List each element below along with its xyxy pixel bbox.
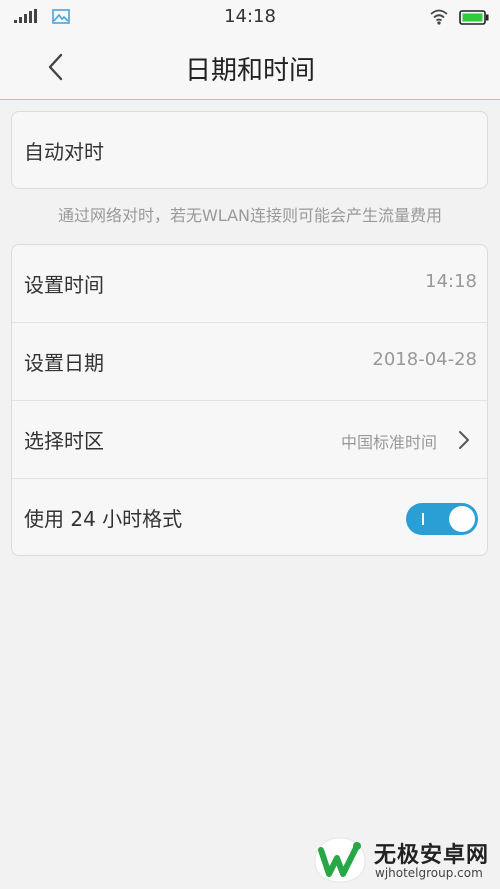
chevron-right-icon xyxy=(459,431,469,449)
auto-sync-card: 自动对时 xyxy=(11,111,488,189)
battery-icon xyxy=(459,10,489,25)
page-title: 日期和时间 xyxy=(184,56,315,86)
time-zone-value: 中国标准时间 xyxy=(340,433,437,452)
format-24h-row: 使用 24 小时格式 xyxy=(12,479,487,557)
watermark: 无极安卓网 wjhotelgroup.com xyxy=(311,834,495,886)
set-time-value: 14:18 xyxy=(425,271,477,292)
auto-sync-row[interactable]: 自动对时 xyxy=(12,112,487,190)
set-date-label: 设置日期 xyxy=(24,351,104,375)
status-bar: 14:18 xyxy=(0,0,500,36)
watermark-logo-icon xyxy=(314,837,366,883)
format-24h-toggle[interactable] xyxy=(406,503,478,535)
auto-sync-hint: 通过网络对时，若无WLAN连接则可能会产生流量费用 xyxy=(57,206,443,225)
toggle-knob xyxy=(449,506,475,532)
set-time-row[interactable]: 设置时间 14:18 xyxy=(12,245,487,323)
toggle-on-indicator xyxy=(422,513,424,525)
format-24h-label: 使用 24 小时格式 xyxy=(24,507,183,531)
set-time-label: 设置时间 xyxy=(24,273,104,297)
wifi-icon xyxy=(430,9,448,25)
nav-bar: 日期和时间 xyxy=(0,36,500,100)
set-date-row[interactable]: 设置日期 2018-04-28 xyxy=(12,323,487,401)
time-zone-row[interactable]: 选择时区 中国标准时间 xyxy=(12,401,487,479)
time-zone-label: 选择时区 xyxy=(24,429,104,453)
watermark-url: wjhotelgroup.com xyxy=(375,866,483,880)
auto-sync-label: 自动对时 xyxy=(24,140,104,164)
watermark-title: 无极安卓网 xyxy=(374,843,490,868)
status-time: 14:18 xyxy=(224,6,276,27)
time-settings-card: 设置时间 14:18 设置日期 2018-04-28 选择时区 中国标准时间 使… xyxy=(11,244,488,556)
set-date-value: 2018-04-28 xyxy=(372,349,477,370)
